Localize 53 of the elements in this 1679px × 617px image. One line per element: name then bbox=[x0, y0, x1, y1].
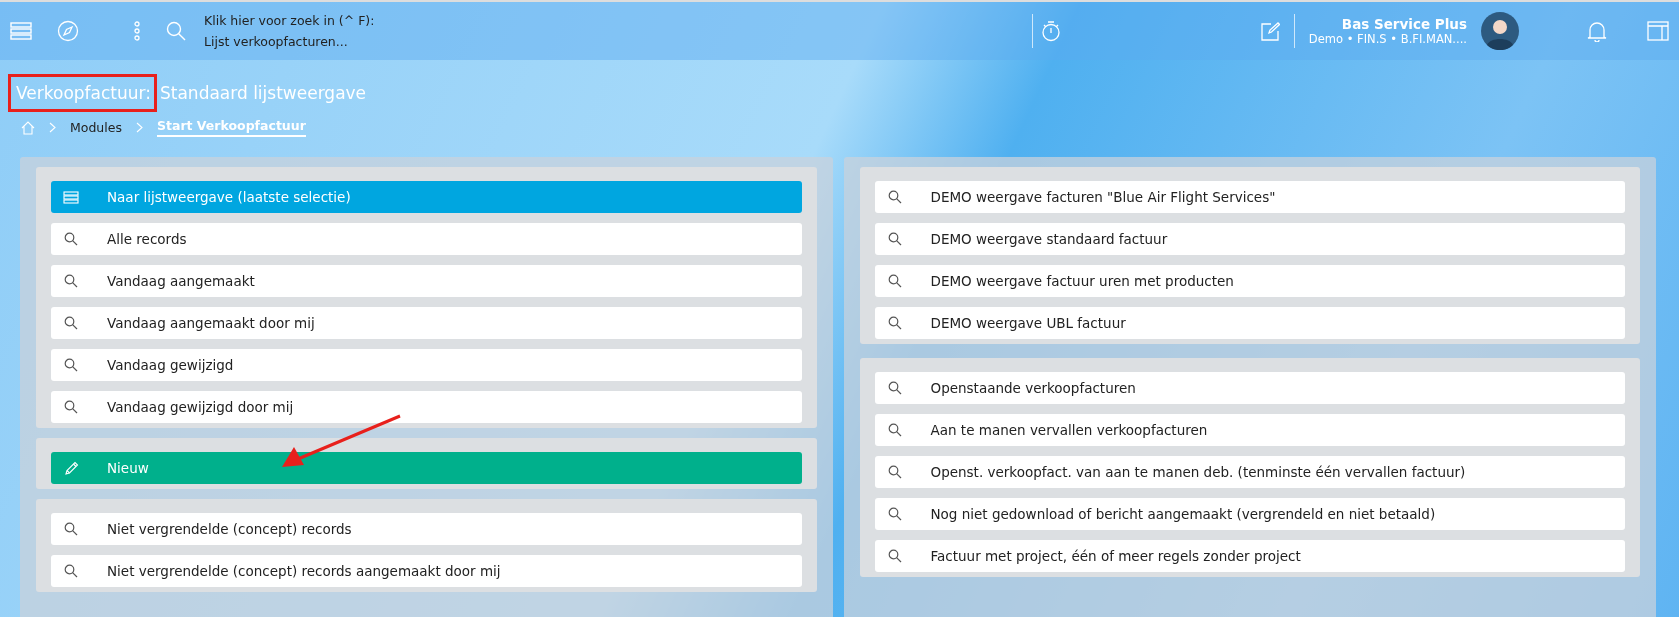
search-icon bbox=[887, 190, 902, 204]
search-icon[interactable] bbox=[166, 21, 186, 41]
search-icon bbox=[887, 381, 902, 395]
search-item[interactable]: Openstaande verkoopfacturen bbox=[874, 372, 1625, 404]
search-icon bbox=[64, 400, 78, 414]
chevron-icon bbox=[49, 122, 56, 133]
search-icon bbox=[64, 232, 78, 246]
search-icon bbox=[64, 358, 78, 372]
search-item[interactable]: Niet vergrendelde (concept) records aangemaakt door mij bbox=[51, 555, 802, 587]
chevron-icon bbox=[135, 122, 143, 133]
search-icon bbox=[887, 316, 902, 330]
search-icon bbox=[887, 232, 902, 246]
window-icon[interactable] bbox=[1647, 21, 1669, 41]
page-title-view: Standaard lijstweergave bbox=[160, 83, 367, 103]
search-icon bbox=[887, 465, 902, 479]
search-icon bbox=[64, 522, 78, 536]
user-context: Demo • FIN.S • B.FI.MAN.... bbox=[1308, 32, 1467, 46]
search-item[interactable]: Niet vergrendelde (concept) records bbox=[51, 513, 802, 545]
search-scope[interactable]: Lijst verkoopfacturen... bbox=[204, 34, 375, 49]
search-icon bbox=[64, 274, 78, 288]
user-name: Bas Service Plus bbox=[1341, 16, 1467, 32]
page-title-entity: Verkoopfactuur: bbox=[8, 74, 157, 112]
more-options-icon[interactable] bbox=[134, 21, 140, 41]
avatar-icon[interactable] bbox=[1481, 12, 1519, 50]
stopwatch-icon[interactable] bbox=[1040, 20, 1061, 42]
edit-icon[interactable] bbox=[1260, 21, 1280, 41]
pencil-icon bbox=[63, 460, 79, 476]
search-item[interactable]: Vandaag aangemaakt door mij bbox=[51, 307, 802, 339]
search-item[interactable]: DEMO weergave standaard factuur bbox=[874, 223, 1625, 255]
search-icon bbox=[64, 564, 78, 578]
search-item[interactable]: Factuur met project, één of meer regels zonder project bbox=[874, 540, 1625, 572]
search-hint[interactable]: Klik hier voor zoek in (^ F): bbox=[204, 13, 375, 28]
search-item[interactable]: Openst. verkoopfact. van aan te manen deb. (tenminste één vervallen factuur) bbox=[874, 456, 1625, 488]
search-icon bbox=[887, 549, 902, 563]
search-icon bbox=[887, 507, 902, 521]
search-icon bbox=[887, 274, 902, 288]
search-item[interactable]: Alle records bbox=[51, 223, 802, 255]
search-item[interactable]: DEMO weergave facturen "Blue Air Flight Services" bbox=[874, 181, 1625, 213]
compass-icon[interactable] bbox=[57, 20, 79, 42]
bell-icon[interactable] bbox=[1587, 20, 1607, 42]
search-item[interactable]: Vandaag aangemaakt bbox=[51, 265, 802, 297]
search-item[interactable]: Vandaag gewijzigd door mij bbox=[51, 391, 802, 423]
list-icon bbox=[63, 190, 79, 204]
search-item[interactable]: DEMO weergave UBL factuur bbox=[874, 307, 1625, 339]
search-item[interactable]: DEMO weergave factuur uren met producten bbox=[874, 265, 1625, 297]
menu-icon[interactable] bbox=[10, 22, 32, 40]
search-item[interactable]: Aan te manen vervallen verkoopfacturen bbox=[874, 414, 1625, 446]
search-icon bbox=[887, 423, 902, 437]
breadcrumb-link[interactable]: Modules bbox=[70, 120, 122, 135]
search-icon bbox=[64, 316, 78, 330]
home-icon[interactable] bbox=[21, 120, 35, 135]
search-item[interactable]: Nog niet gedownload of bericht aangemaakt (vergrendeld en niet betaald) bbox=[874, 498, 1625, 530]
search-item[interactable]: Vandaag gewijzigd bbox=[51, 349, 802, 381]
